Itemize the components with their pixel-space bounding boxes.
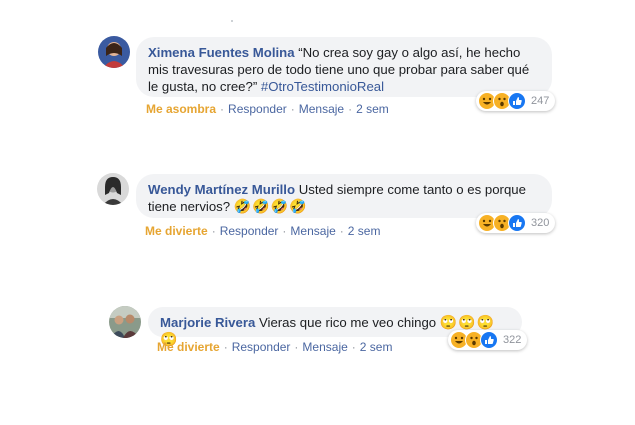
comment-bubble: Wendy Martínez Murillo Usted siempre com… (136, 174, 552, 218)
like-icon (480, 331, 498, 349)
reaction-button[interactable]: Me divierte (145, 224, 208, 238)
reply-button[interactable]: Responder (232, 340, 291, 354)
message-button[interactable]: Mensaje (299, 102, 344, 116)
comment-author[interactable]: Wendy Martínez Murillo (148, 182, 295, 197)
reaction-summary[interactable]: 247 (476, 91, 556, 111)
reply-button[interactable]: Responder (228, 102, 287, 116)
comment-author[interactable]: Ximena Fuentes Molina (148, 45, 295, 60)
reaction-count: 320 (531, 217, 550, 229)
comment-bubble: Ximena Fuentes Molina “No crea soy gay o… (136, 37, 552, 97)
timestamp[interactable]: 2 sem (348, 224, 381, 238)
comment-text: Vieras que rico me veo chingo (258, 315, 437, 330)
timestamp[interactable]: 2 sem (356, 102, 389, 116)
reaction-summary[interactable]: 322 (448, 330, 528, 350)
reaction-button[interactable]: Me divierte (157, 340, 220, 354)
like-icon (508, 92, 526, 110)
avatar[interactable] (98, 36, 130, 68)
reaction-count: 247 (531, 95, 550, 107)
comment-actions: Me divierte · Responder · Mensaje · 2 sem (157, 340, 393, 354)
avatar[interactable] (97, 173, 129, 205)
avatar[interactable] (109, 306, 141, 338)
reply-button[interactable]: Responder (220, 224, 279, 238)
comment-actions: Me asombra · Responder · Mensaje · 2 sem (146, 102, 389, 116)
emoji-sequence: 🤣🤣🤣🤣 (233, 198, 308, 214)
hashtag-link[interactable]: #OtroTestimonioReal (261, 79, 384, 94)
reaction-button[interactable]: Me asombra (146, 102, 216, 116)
divider-dot (231, 20, 233, 22)
message-button[interactable]: Mensaje (290, 224, 335, 238)
comment-actions: Me divierte · Responder · Mensaje · 2 sem (145, 224, 381, 238)
timestamp[interactable]: 2 sem (360, 340, 393, 354)
reaction-summary[interactable]: 320 (476, 213, 556, 233)
comment-author[interactable]: Marjorie Rivera (160, 315, 255, 330)
message-button[interactable]: Mensaje (302, 340, 347, 354)
reaction-count: 322 (503, 334, 522, 346)
like-icon (508, 214, 526, 232)
